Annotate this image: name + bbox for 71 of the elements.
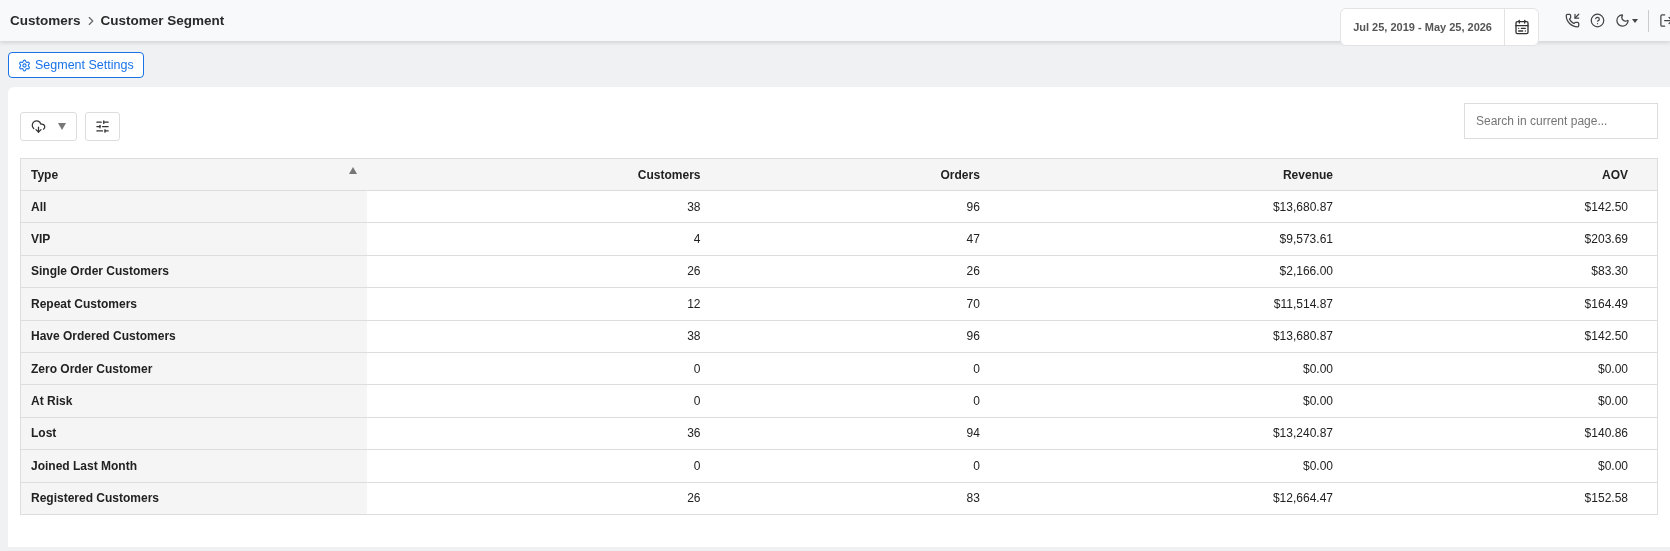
table-cell: 96 xyxy=(729,320,1009,353)
column-settings-button[interactable] xyxy=(85,112,120,141)
table-cell: 0 xyxy=(729,352,1009,385)
breadcrumb-item: Customer Segment xyxy=(100,13,225,28)
date-range-picker[interactable]: Jul 25, 2019 - May 25, 2026 xyxy=(1340,8,1539,46)
table-cell: 26 xyxy=(367,482,730,515)
table-cell: $0.00 xyxy=(1008,449,1362,482)
date-range-text: Jul 25, 2019 - May 25, 2026 xyxy=(1352,21,1493,33)
table-cell: Have Ordered Customers xyxy=(20,320,367,353)
table-cell: All xyxy=(20,190,367,223)
table-cell: 38 xyxy=(367,320,730,353)
table-cell: $164.49 xyxy=(1362,287,1658,321)
table-cell: At Risk xyxy=(20,384,367,418)
sliders-icon xyxy=(95,119,110,134)
table-cell: 26 xyxy=(367,255,730,288)
calendar-icon xyxy=(1513,19,1530,35)
table-cell: 0 xyxy=(729,384,1009,418)
table-cell: $152.58 xyxy=(1362,482,1658,515)
table-cell: $9,573.61 xyxy=(1008,222,1362,256)
table-cell: 83 xyxy=(729,482,1009,515)
help-icon[interactable] xyxy=(1590,13,1605,28)
segment-settings-button[interactable]: Segment Settings xyxy=(8,52,144,78)
gear-icon xyxy=(18,58,31,72)
table-cell: 38 xyxy=(367,190,730,223)
column-header[interactable]: Type xyxy=(20,158,367,191)
table-cell: 0 xyxy=(367,449,730,482)
phone-incoming-icon[interactable] xyxy=(1565,13,1580,28)
column-header[interactable]: Revenue xyxy=(1008,158,1362,191)
table-cell: $2,166.00 xyxy=(1008,255,1362,288)
table-cell: Single Order Customers xyxy=(20,255,367,288)
moon-icon[interactable] xyxy=(1615,13,1638,28)
table-cell: Registered Customers xyxy=(20,482,367,515)
table-cell: 36 xyxy=(367,417,730,450)
table-cell: VIP xyxy=(20,222,367,256)
column-header[interactable]: Customers xyxy=(367,158,730,191)
cloud-download-icon xyxy=(31,119,46,134)
table-cell: $142.50 xyxy=(1362,320,1658,353)
table-cell: 94 xyxy=(729,417,1009,450)
table-cell: 0 xyxy=(367,384,730,418)
table-cell: $13,680.87 xyxy=(1008,320,1362,353)
table-cell: $0.00 xyxy=(1008,384,1362,418)
table-cell: 4 xyxy=(367,222,730,256)
table-cell: $0.00 xyxy=(1362,384,1658,418)
column-header[interactable]: Orders xyxy=(729,158,1009,191)
table-cell: Joined Last Month xyxy=(20,449,367,482)
table-cell: $11,514.87 xyxy=(1008,287,1362,321)
table-cell: $83.30 xyxy=(1362,255,1658,288)
table-cell: $13,680.87 xyxy=(1008,190,1362,223)
table-cell: Repeat Customers xyxy=(20,287,367,321)
search-field[interactable]: Search in current page... xyxy=(1464,102,1658,139)
table-cell: 0 xyxy=(729,449,1009,482)
table-cell: 47 xyxy=(729,222,1009,256)
table-cell: $0.00 xyxy=(1362,449,1658,482)
table-cell: 96 xyxy=(729,190,1009,223)
table-cell: $140.86 xyxy=(1362,417,1658,450)
table-cell: 12 xyxy=(367,287,730,321)
table-cell: $203.69 xyxy=(1362,222,1658,256)
breadcrumb-item[interactable]: Customers xyxy=(10,13,81,28)
table-cell: 70 xyxy=(729,287,1009,321)
table-cell: $12,664.47 xyxy=(1008,482,1362,515)
table-cell: 0 xyxy=(367,352,730,385)
table-cell: $0.00 xyxy=(1008,352,1362,385)
logout-icon[interactable] xyxy=(1659,13,1670,28)
column-header[interactable]: AOV xyxy=(1362,158,1658,191)
table-cell: Zero Order Customer xyxy=(20,352,367,385)
table-cell: $0.00 xyxy=(1362,352,1658,385)
table-cell: $13,240.87 xyxy=(1008,417,1362,450)
table-cell: Lost xyxy=(20,417,367,450)
table-cell: $142.50 xyxy=(1362,190,1658,223)
export-dropdown-button[interactable] xyxy=(20,112,77,141)
table-cell: 26 xyxy=(729,255,1009,288)
